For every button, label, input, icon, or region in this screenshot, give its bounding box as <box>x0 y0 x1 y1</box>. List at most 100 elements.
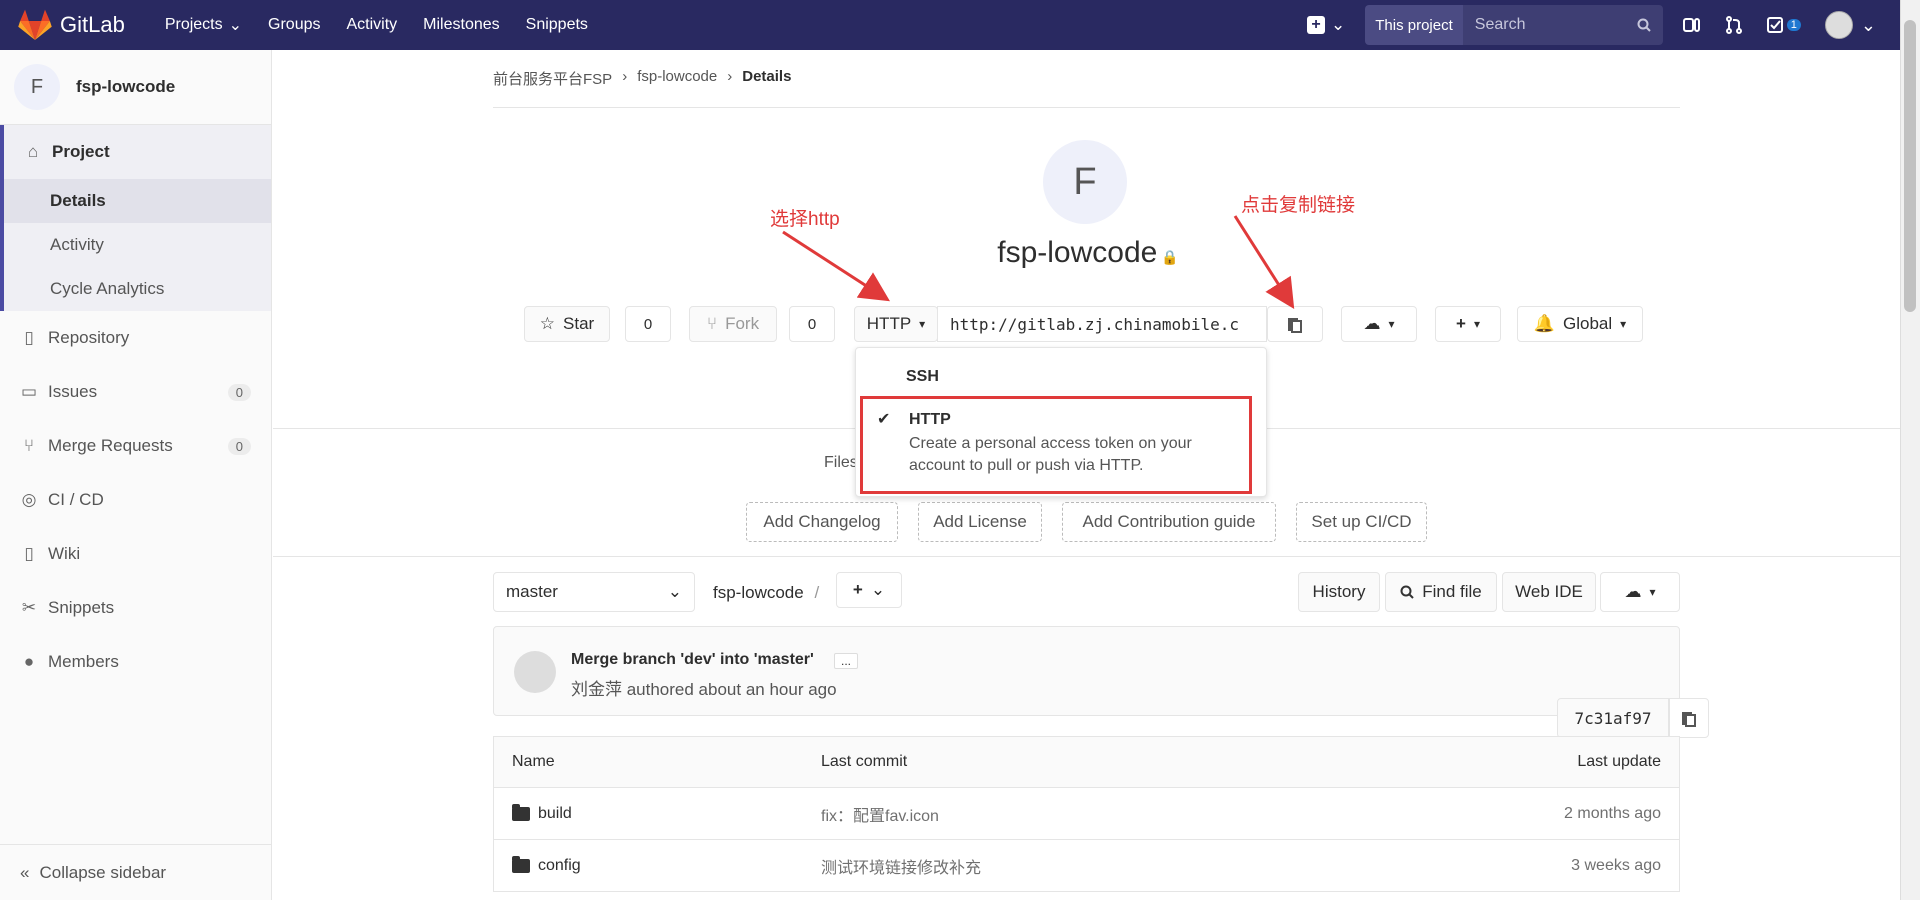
file-table: Name Last commit Last update build fix：配… <box>493 736 1680 892</box>
star-button[interactable]: ☆ Star <box>524 306 610 342</box>
column-header-last-commit: Last commit <box>821 753 908 770</box>
book-icon: ▯ <box>24 328 34 347</box>
commit-title[interactable]: Merge branch 'dev' into 'master' <box>571 651 814 669</box>
fork-count[interactable]: 0 <box>789 306 835 342</box>
todo-icon[interactable]: 1 <box>1766 16 1801 34</box>
nav-snippets[interactable]: Snippets <box>526 15 588 35</box>
nav-milestones[interactable]: Milestones <box>423 15 499 35</box>
chevron-down-icon: ⌄ <box>870 580 886 599</box>
annotation-select-http: 选择http <box>770 209 840 230</box>
fork-icon: ⑂ <box>706 314 718 333</box>
history-button[interactable]: History <box>1298 572 1380 612</box>
gitlab-logo[interactable]: GitLab <box>18 9 125 41</box>
table-row[interactable]: config 测试环境链接修改补充 3 weeks ago <box>493 840 1680 892</box>
sidebar-item-activity[interactable]: Activity <box>4 223 271 267</box>
file-name[interactable]: build <box>512 803 572 823</box>
collapse-sidebar-button[interactable]: « Collapse sidebar <box>0 844 271 900</box>
protocol-label: HTTP <box>866 314 912 333</box>
add-license-button[interactable]: Add License <box>918 502 1042 542</box>
search-icon <box>1637 18 1651 32</box>
download-dropdown[interactable]: ☁ ▾ <box>1341 306 1417 342</box>
column-header-last-update: Last update <box>1577 753 1661 770</box>
scissors-icon: ✂ <box>21 598 37 617</box>
notification-dropdown[interactable]: 🔔 Global ▾ <box>1517 306 1643 342</box>
scrollbar[interactable] <box>1900 0 1920 900</box>
star-count[interactable]: 0 <box>625 306 671 342</box>
sidebar-item-ci-cd[interactable]: ◎ CI / CD <box>0 473 271 527</box>
folder-icon <box>512 855 530 873</box>
nav-activity[interactable]: Activity <box>347 15 398 35</box>
protocol-option-http[interactable]: ✔ HTTP Create a personal access token on… <box>860 396 1252 494</box>
last-commit: Merge branch 'dev' into 'master' ... 刘金萍… <box>493 626 1680 716</box>
plus-icon: + <box>852 580 863 599</box>
add-contribution-guide-button[interactable]: Add Contribution guide <box>1062 502 1276 542</box>
scrollbar-thumb[interactable] <box>1904 20 1916 312</box>
sidebar-item-label: Merge Requests <box>48 436 173 455</box>
files-label: Files <box>824 454 858 471</box>
sidebar-item-merge-requests[interactable]: ⑂ Merge Requests 0 <box>0 419 271 473</box>
search-placeholder: Search <box>1474 16 1526 33</box>
add-changelog-button[interactable]: Add Changelog <box>746 502 898 542</box>
repo-path-name[interactable]: fsp-lowcode <box>713 583 804 602</box>
clone-protocol-dropdown[interactable]: HTTP ▾ <box>854 306 938 342</box>
nav-projects-label: Projects <box>164 16 223 33</box>
sidebar-project-header[interactable]: F fsp-lowcode <box>0 50 271 125</box>
issues-icon[interactable] <box>1682 16 1701 34</box>
clipboard-icon <box>1288 318 1302 333</box>
caret-down-icon: ▾ <box>1388 317 1395 331</box>
find-file-button[interactable]: Find file <box>1385 572 1497 612</box>
sidebar-item-issues[interactable]: ▭ Issues 0 <box>0 365 271 419</box>
file-last-commit[interactable]: 测试环境链接修改补充 <box>821 854 981 878</box>
sidebar-item-members[interactable]: ● Members <box>0 635 271 689</box>
folder-icon <box>512 803 530 821</box>
clone-protocol-menu: SSH ✔ HTTP Create a personal access toke… <box>855 347 1267 497</box>
sidebar-item-label: Members <box>48 652 119 671</box>
web-ide-button[interactable]: Web IDE <box>1502 572 1596 612</box>
nav-right: + ⌄ This project Search 1 ⌄ <box>1307 0 1900 50</box>
protocol-option-http-title: HTTP <box>909 411 951 428</box>
sidebar-item-cycle-analytics[interactable]: Cycle Analytics <box>4 267 271 311</box>
search-scope[interactable]: This project <box>1365 5 1463 45</box>
breadcrumb-group[interactable]: 前台服务平台FSP <box>493 68 612 89</box>
users-icon: ● <box>23 652 35 671</box>
arrow-to-copy <box>1233 215 1295 310</box>
user-menu[interactable]: ⌄ <box>1824 11 1876 39</box>
fork-button[interactable]: ⑂ Fork <box>689 306 777 342</box>
fork-label: Fork <box>725 314 760 333</box>
caret-down-icon: ▾ <box>1620 317 1627 331</box>
sidebar-item-project[interactable]: ⌂ Project <box>4 125 271 179</box>
nav-projects[interactable]: Projects ⌄ <box>165 15 242 35</box>
chevron-down-icon: ⌄ <box>1860 14 1876 35</box>
sidebar-item-snippets[interactable]: ✂ Snippets <box>0 581 271 635</box>
merge-request-icon[interactable] <box>1725 16 1743 34</box>
breadcrumb-current: Details <box>742 68 792 85</box>
setup-ci-cd-button[interactable]: Set up CI/CD <box>1296 502 1427 542</box>
sidebar-item-repository[interactable]: ▯ Repository <box>0 311 271 365</box>
add-dropdown[interactable]: + ▾ <box>1435 306 1501 342</box>
notification-label: Global <box>1563 314 1613 333</box>
copy-sha-button[interactable] <box>1669 698 1709 738</box>
file-last-commit[interactable]: fix：配置fav.icon <box>821 802 939 826</box>
caret-down-icon: ▾ <box>1473 317 1480 331</box>
repo-path: fsp-lowcode / <box>713 583 819 603</box>
copy-url-button[interactable] <box>1267 306 1323 342</box>
table-row[interactable]: build fix：配置fav.icon 2 months ago <box>493 788 1680 840</box>
add-file-dropdown[interactable]: + ⌄ <box>836 572 902 608</box>
sidebar-item-wiki[interactable]: ▯ Wiki <box>0 527 271 581</box>
search-input[interactable]: Search <box>1462 5 1663 45</box>
file-name[interactable]: config <box>512 855 581 875</box>
sidebar-item-label: Snippets <box>48 598 115 617</box>
download-dropdown[interactable]: ☁ ▾ <box>1600 572 1680 612</box>
cloud-download-icon: ☁ <box>1624 582 1642 601</box>
new-dropdown[interactable]: + ⌄ <box>1307 15 1345 35</box>
commit-sha[interactable]: 7c31af97 <box>1557 698 1669 738</box>
file-last-update: 3 weeks ago <box>1571 856 1661 874</box>
table-header: Name Last commit Last update <box>493 736 1680 788</box>
breadcrumb-project[interactable]: fsp-lowcode <box>637 68 717 85</box>
nav-groups[interactable]: Groups <box>268 15 320 35</box>
sidebar-item-details[interactable]: Details <box>4 179 271 223</box>
commit-expand-button[interactable]: ... <box>834 653 859 669</box>
clone-url-input[interactable]: http://gitlab.zj.chinamobile.c <box>937 306 1267 342</box>
branch-select[interactable]: master ⌄ <box>493 572 695 612</box>
protocol-option-ssh[interactable]: SSH <box>906 368 939 386</box>
